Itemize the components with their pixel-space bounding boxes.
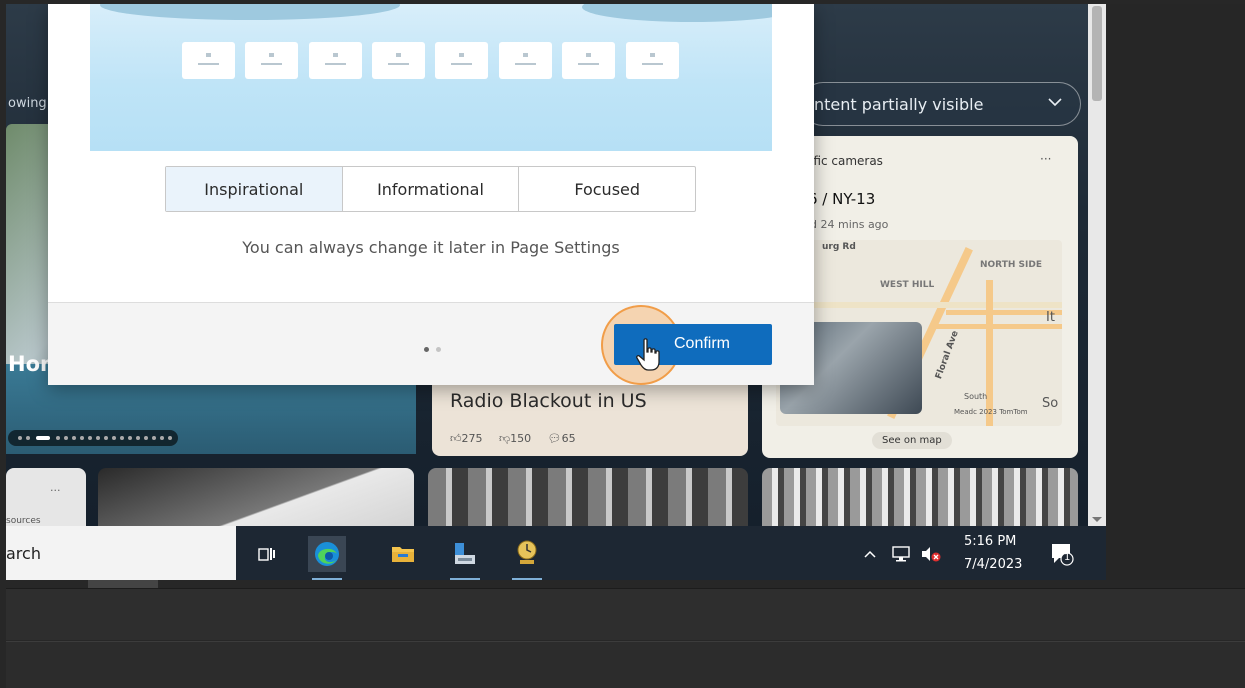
content-filter-dropdown[interactable]: ntent partially visible [801, 82, 1081, 126]
dislikes-count: 150 [510, 432, 532, 445]
edge-icon[interactable] [308, 536, 346, 580]
window-edge [88, 580, 158, 588]
comment-icon[interactable]: 💬︎ [548, 432, 562, 445]
comments-count: 65 [561, 432, 576, 445]
news-tile-image[interactable] [428, 468, 748, 526]
map-label: It [1046, 310, 1055, 325]
map-label: Meadc 2023 TomTom [954, 408, 1028, 416]
news-stats: 👍︎275 👎︎150 💬︎65 [450, 432, 576, 445]
scroll-down-arrow-icon[interactable] [1092, 517, 1102, 522]
file-explorer-icon[interactable] [384, 536, 422, 572]
remote-app-icon[interactable] [446, 536, 484, 580]
clock-app-icon[interactable] [508, 536, 546, 580]
news-tile-image[interactable] [98, 468, 414, 526]
personalize-dialog: Inspirational Informational Focused You … [48, 4, 814, 385]
settings-hint: You can always change it later in Page S… [242, 238, 620, 257]
page-dot[interactable] [436, 347, 441, 352]
hand-cursor-icon [636, 338, 662, 372]
confirm-label: Confirm [674, 335, 731, 352]
more-options-icon[interactable]: ··· [50, 484, 61, 497]
chevron-down-icon [1048, 95, 1062, 111]
clock-date[interactable]: 7/4/2023 [964, 557, 1022, 572]
page-scrollbar[interactable] [1088, 4, 1106, 526]
more-options-icon[interactable]: ··· [1040, 152, 1051, 166]
browser-content: owing Hom ntent partially visible affic … [6, 4, 1106, 526]
thumbs-up-icon[interactable]: 👍︎ [450, 432, 462, 445]
map-label: urg Rd [822, 242, 856, 252]
source-label: sources [6, 516, 41, 526]
carousel-dots[interactable] [8, 430, 178, 446]
volume-muted-icon[interactable] [918, 536, 944, 572]
page-dot-active[interactable] [424, 347, 429, 352]
thumbs-down-icon[interactable]: 👎︎ [499, 432, 510, 445]
active-app-indicator [512, 578, 542, 580]
chevron-up-icon[interactable] [858, 536, 882, 572]
traffic-card-route: 6 / NY-13 [808, 190, 876, 208]
map-label: South [964, 392, 988, 401]
tab-focused[interactable]: Focused [519, 167, 695, 211]
traffic-card-section: affic cameras [802, 154, 883, 168]
map-label: Floral Ave [934, 329, 961, 381]
layout-preview-image [90, 4, 772, 151]
see-on-map-link[interactable]: See on map [872, 432, 952, 449]
screen: owing Hom ntent partially visible affic … [0, 0, 1245, 688]
network-icon[interactable] [888, 536, 914, 572]
search-text: arch [6, 544, 41, 563]
news-tile-image[interactable] [762, 468, 1078, 526]
right-panel [1106, 4, 1245, 580]
layout-segmented-control: Inspirational Informational Focused [165, 166, 696, 212]
map-label: So [1042, 396, 1059, 411]
map-label: NORTH SIDE [980, 260, 1042, 270]
task-view-icon[interactable] [248, 536, 286, 572]
likes-count: 275 [461, 432, 483, 445]
tab-informational[interactable]: Informational [343, 167, 520, 211]
map-label: WEST HILL [880, 280, 935, 290]
news-title[interactable]: Radio Blackout in US [450, 390, 647, 412]
notification-count: 1 [1064, 552, 1071, 563]
tab-inspirational[interactable]: Inspirational [166, 167, 343, 211]
active-app-indicator [312, 578, 342, 580]
source-tile[interactable]: ··· sources [6, 468, 86, 526]
content-filter-label: ntent partially visible [814, 95, 984, 114]
taskbar-search-input[interactable]: arch [6, 526, 236, 580]
traffic-card-updated: d 24 mins ago [810, 218, 889, 231]
bottom-panel [6, 641, 1245, 688]
scrollbar-thumb[interactable] [1092, 6, 1102, 101]
notification-center-icon[interactable]: 1 [1050, 542, 1074, 570]
bottom-panel [6, 588, 1245, 640]
background-partial-text: owing [8, 96, 47, 111]
clock-time[interactable]: 5:16 PM [964, 534, 1016, 549]
taskbar: arch 5:16 PM 7/4/2023 1 [6, 526, 1106, 580]
active-app-indicator [450, 578, 480, 580]
